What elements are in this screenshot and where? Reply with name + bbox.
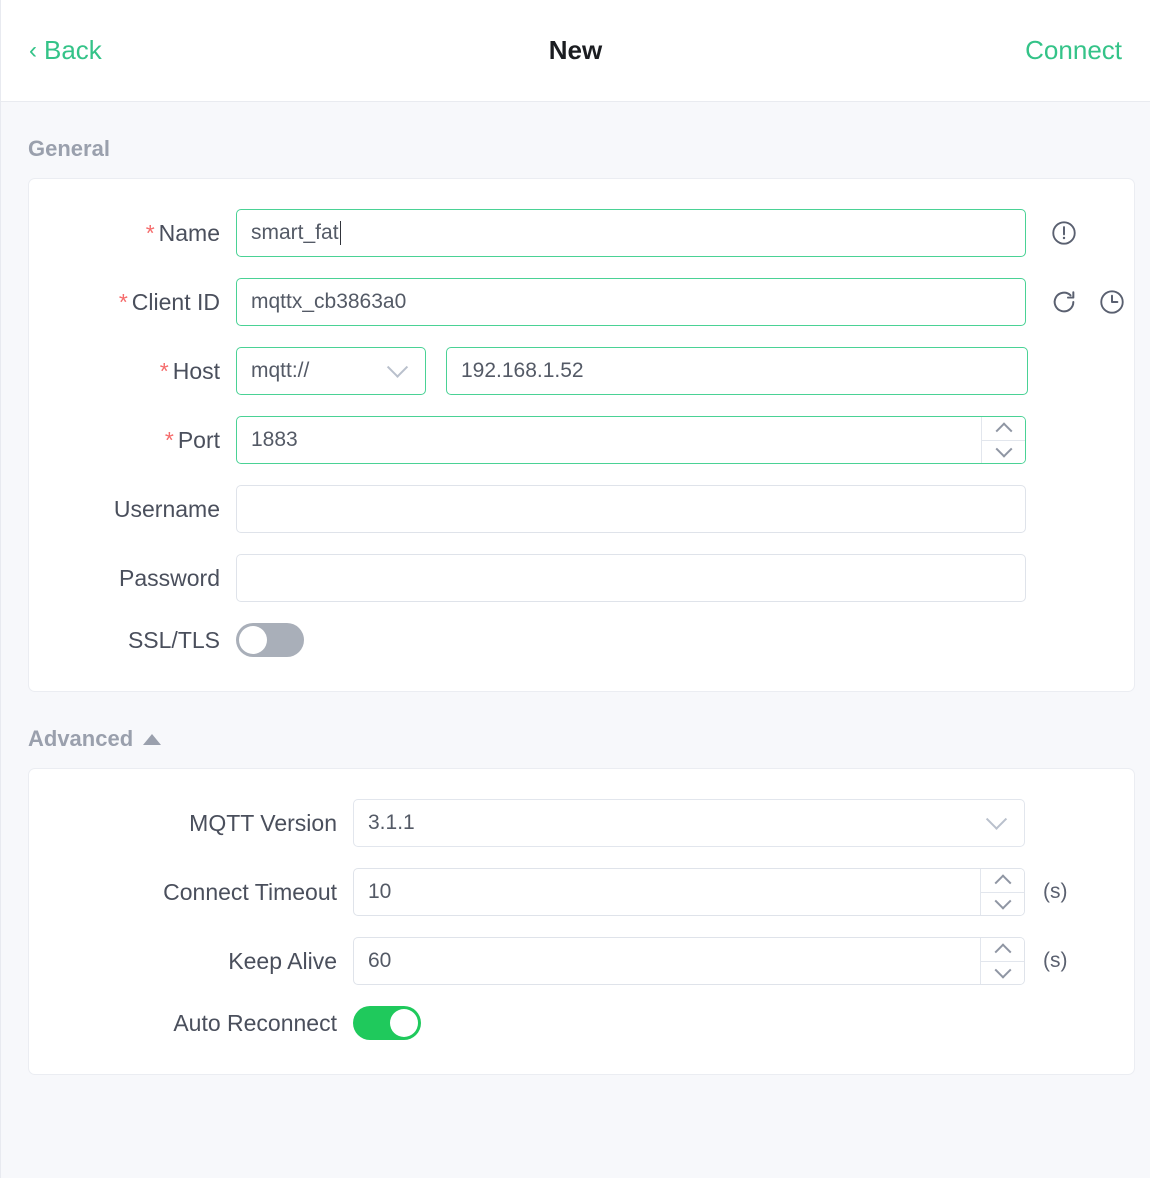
chevron-down-icon — [386, 356, 409, 378]
keep-alive-decrement-button[interactable] — [981, 961, 1024, 985]
auto-reconnect-label: Auto Reconnect — [173, 1009, 337, 1036]
row-mqtt-version: MQTT Version 3.1.1 — [29, 799, 1134, 847]
row-password: Password — [29, 554, 1134, 602]
row-connect-timeout: Connect Timeout 10 (s) — [29, 868, 1134, 916]
client-id-label: * Client ID — [29, 289, 236, 316]
connect-timeout-label: Connect Timeout — [163, 878, 337, 905]
exclamation-circle-icon[interactable] — [1050, 219, 1078, 247]
port-decrement-button[interactable] — [982, 440, 1025, 464]
connect-timeout-spin-buttons — [980, 869, 1024, 915]
back-button[interactable]: ‹ Back — [29, 35, 102, 66]
port-input[interactable]: 1883 — [236, 416, 1026, 464]
row-ssl-tls: SSL/TLS — [29, 623, 1134, 657]
required-asterisk: * — [164, 426, 174, 453]
keep-alive-increment-button[interactable] — [981, 938, 1024, 962]
chevron-down-icon — [994, 892, 1011, 910]
host-label: * Host — [29, 358, 236, 385]
chevron-down-icon — [995, 440, 1012, 458]
advanced-section-title: Advanced — [1, 692, 1150, 768]
row-username: Username — [29, 485, 1134, 533]
required-asterisk: * — [145, 219, 155, 246]
chevron-down-icon — [985, 808, 1008, 830]
chevron-up-icon — [994, 874, 1011, 892]
mqtt-version-value: 3.1.1 — [368, 811, 415, 834]
connect-timeout-increment-button[interactable] — [981, 869, 1024, 893]
chevron-up-icon — [994, 943, 1011, 961]
connect-button[interactable]: Connect — [1025, 35, 1122, 66]
back-button-label: Back — [44, 35, 102, 65]
ssl-tls-toggle[interactable] — [236, 623, 304, 657]
mqtt-version-select[interactable]: 3.1.1 — [353, 799, 1025, 847]
chevron-up-icon — [995, 422, 1012, 440]
chevron-down-icon — [994, 961, 1011, 979]
port-label-text: Port — [177, 426, 220, 453]
required-asterisk: * — [159, 357, 169, 384]
row-port: * Port 1883 — [29, 416, 1134, 464]
connect-timeout-stepper: 10 — [353, 868, 1025, 916]
keep-alive-stepper: 60 — [353, 937, 1025, 985]
name-input[interactable]: smart_fat — [236, 209, 1026, 257]
toggle-knob — [390, 1009, 418, 1037]
text-cursor — [339, 221, 342, 245]
page-header: ‹ Back New Connect — [1, 0, 1150, 102]
ssl-tls-label: SSL/TLS — [127, 626, 220, 653]
host-address-input[interactable]: 192.168.1.52 — [446, 347, 1028, 395]
keep-alive-input[interactable]: 60 — [353, 937, 1025, 985]
keep-alive-unit: (s) — [1043, 949, 1068, 972]
clock-icon[interactable] — [1098, 288, 1126, 316]
name-label: * Name — [29, 220, 236, 247]
connect-timeout-value: 10 — [368, 880, 392, 903]
connection-settings-page: ‹ Back New Connect General * Name smart_f… — [0, 0, 1150, 1178]
required-asterisk: * — [118, 288, 128, 315]
row-auto-reconnect: Auto Reconnect — [29, 1006, 1134, 1040]
mqtt-version-label: MQTT Version — [189, 809, 337, 836]
name-label-text: Name — [158, 219, 220, 246]
caret-up-icon[interactable] — [143, 733, 162, 745]
host-protocol-value: mqtt:// — [251, 359, 310, 382]
host-address-value: 192.168.1.52 — [461, 359, 584, 382]
username-label: Username — [113, 495, 220, 522]
keep-alive-value: 60 — [368, 949, 392, 972]
refresh-icon[interactable] — [1050, 288, 1078, 316]
general-card: * Name smart_fat * Client ID mqttx_cb386… — [28, 178, 1135, 692]
password-label: Password — [119, 564, 220, 591]
connect-timeout-input[interactable]: 10 — [353, 868, 1025, 916]
name-input-value: smart_fat — [251, 221, 339, 244]
general-section-label: General — [28, 136, 110, 161]
port-increment-button[interactable] — [982, 417, 1025, 441]
advanced-section-label: Advanced — [28, 726, 134, 751]
host-label-text: Host — [172, 357, 220, 384]
connect-timeout-unit: (s) — [1043, 880, 1068, 903]
client-id-row-icons — [1050, 288, 1126, 316]
chevron-left-icon: ‹ — [29, 36, 37, 64]
toggle-knob — [239, 626, 267, 654]
row-name: * Name smart_fat — [29, 209, 1134, 257]
general-section-title: General — [1, 102, 1150, 178]
page-title: New — [548, 35, 603, 65]
name-row-icons — [1050, 219, 1078, 247]
password-input[interactable] — [236, 554, 1026, 602]
port-input-value: 1883 — [251, 428, 298, 451]
host-protocol-select[interactable]: mqtt:// — [236, 347, 426, 395]
connect-timeout-decrement-button[interactable] — [981, 892, 1024, 916]
port-stepper: 1883 — [236, 416, 1026, 464]
client-id-label-text: Client ID — [131, 288, 220, 315]
client-id-input-value: mqttx_cb3863a0 — [251, 290, 407, 313]
username-input[interactable] — [236, 485, 1026, 533]
row-host: * Host mqtt:// 192.168.1.52 — [29, 347, 1134, 395]
row-client-id: * Client ID mqttx_cb3863a0 — [29, 278, 1134, 326]
page-body: General * Name smart_fat * Client ID mqt… — [1, 102, 1150, 1075]
client-id-input[interactable]: mqttx_cb3863a0 — [236, 278, 1026, 326]
advanced-card: MQTT Version 3.1.1 Connect Timeout 10 (s… — [28, 768, 1135, 1075]
port-spin-buttons — [981, 417, 1025, 463]
keep-alive-label: Keep Alive — [228, 947, 337, 974]
port-label: * Port — [29, 427, 236, 454]
keep-alive-spin-buttons — [980, 938, 1024, 984]
row-keep-alive: Keep Alive 60 (s) — [29, 937, 1134, 985]
auto-reconnect-toggle[interactable] — [353, 1006, 421, 1040]
